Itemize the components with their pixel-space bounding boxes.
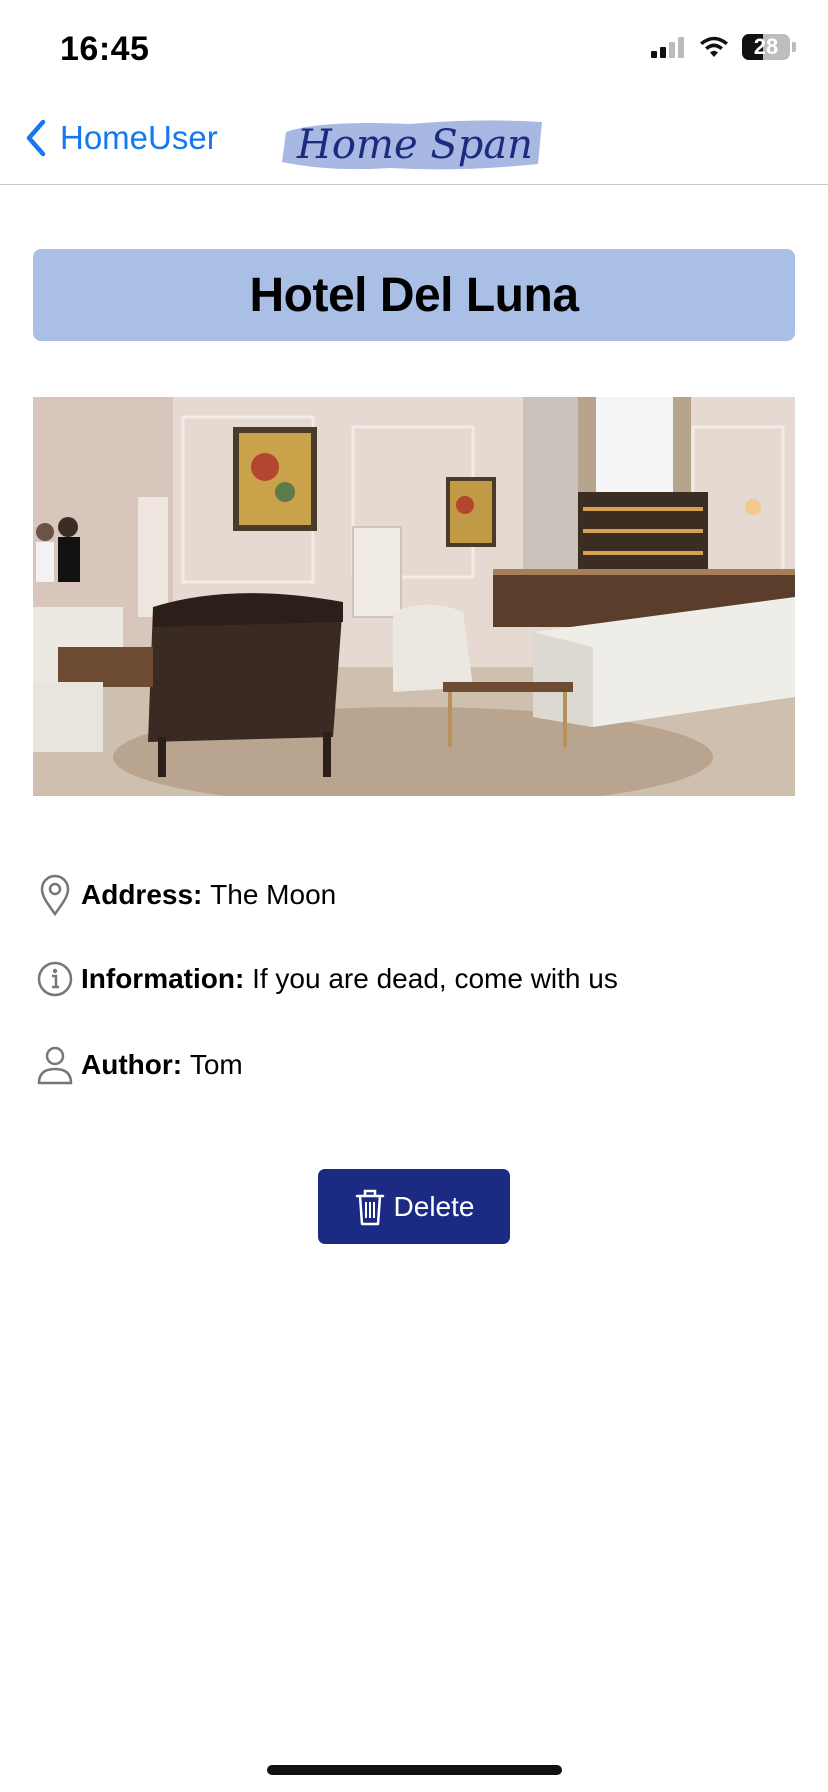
address-row: Address: The Moon — [35, 874, 336, 916]
location-pin-icon — [35, 874, 75, 916]
back-button[interactable]: HomeUser — [24, 118, 218, 158]
information-label: Information: — [81, 963, 245, 994]
status-time: 16:45 — [60, 30, 150, 68]
address-label: Address: — [81, 879, 203, 910]
delete-button-label: Delete — [393, 1190, 475, 1222]
author-value: Tom — [189, 1049, 243, 1080]
info-circle-icon — [35, 958, 75, 1000]
logo-text: Home Span — [296, 122, 533, 168]
status-bar: 16:45 28 — [0, 0, 828, 100]
signal-icon — [651, 37, 684, 58]
delete-button[interactable]: Delete — [318, 1169, 510, 1244]
trash-icon — [355, 1189, 384, 1225]
listing-title-card: Hotel Del Luna — [33, 249, 795, 341]
back-button-label: HomeUser — [60, 119, 218, 156]
battery-cap — [792, 42, 796, 52]
home-indicator — [267, 1765, 562, 1775]
navigation-bar: HomeUser Home Span — [0, 100, 828, 185]
information-value: If you are dead, come with us — [252, 963, 618, 994]
person-icon — [35, 1044, 75, 1086]
author-label: Author: — [81, 1049, 183, 1080]
wifi-icon — [700, 36, 728, 57]
address-value: The Moon — [210, 879, 337, 910]
status-icons: 28 — [650, 34, 796, 60]
home-span-logo: Home Span — [282, 120, 542, 170]
information-row: Information: If you are dead, come with … — [35, 958, 618, 1000]
listing-photo — [33, 397, 795, 796]
listing-title: Hotel Del Luna — [249, 268, 579, 322]
chevron-left-icon — [26, 119, 46, 157]
battery-level: 28 — [753, 34, 779, 59]
battery-icon: 28 — [742, 34, 790, 60]
author-row: Author: Tom — [35, 1044, 243, 1086]
